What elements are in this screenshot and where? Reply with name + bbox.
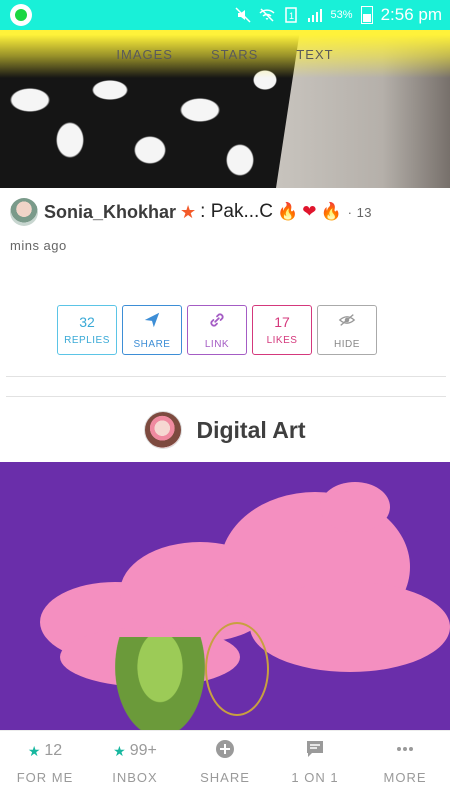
likes-button[interactable]: 17 LIKES xyxy=(252,305,312,355)
replies-count: 32 xyxy=(79,314,95,330)
post-image[interactable]: IMAGES STARS TEXT xyxy=(0,30,450,188)
battery-icon xyxy=(360,6,373,24)
inbox-count: 99+ xyxy=(129,742,157,759)
divider xyxy=(6,396,446,397)
one-on-one-label: 1 ON 1 xyxy=(291,770,339,785)
nav-for-me[interactable]: ★ 12 FOR ME xyxy=(0,731,90,801)
post-time: · 13 xyxy=(347,204,373,220)
likes-count: 17 xyxy=(274,314,290,330)
link-icon xyxy=(208,311,226,334)
art-image[interactable] xyxy=(0,462,450,730)
likes-label: LIKES xyxy=(266,335,298,346)
status-bar: 1 53% 2:56 pm xyxy=(0,0,450,30)
link-label: LINK xyxy=(204,338,230,350)
nav-inbox[interactable]: ★ 99+ INBOX xyxy=(90,731,180,801)
art-shape xyxy=(320,482,390,532)
hide-button[interactable]: HIDE xyxy=(317,305,377,355)
eye-off-icon xyxy=(338,311,356,334)
for-me-count: 12 xyxy=(44,742,63,759)
heart-icon: ❤ xyxy=(302,202,317,221)
more-icon xyxy=(395,739,415,764)
bottom-nav: ★ 12 FOR ME ★ 99+ INBOX SHARE 1 ON 1 MOR… xyxy=(0,730,450,801)
more-label: MORE xyxy=(383,770,427,785)
mute-icon xyxy=(235,7,251,23)
tab-images[interactable]: IMAGES xyxy=(116,47,173,62)
share-button[interactable]: SHARE xyxy=(122,305,182,355)
art-figure xyxy=(115,637,205,730)
replies-label: REPLIES xyxy=(64,335,110,346)
replies-button[interactable]: 32 REPLIES xyxy=(57,305,117,355)
whatsapp-icon xyxy=(10,4,32,26)
svg-text:1: 1 xyxy=(289,11,294,21)
fire-icon: 🔥 xyxy=(277,202,299,221)
plus-circle-icon xyxy=(215,739,235,764)
sim-icon: 1 xyxy=(283,7,299,23)
username[interactable]: Sonia_Khokhar xyxy=(44,202,176,223)
post-header: Sonia_Khokhar ★ : Pak...C 🔥 ❤ 🔥 · 13 min… xyxy=(10,198,440,253)
star-icon: ★ xyxy=(113,742,126,759)
post-actions: 32 REPLIES SHARE LINK 17 LIKES HIDE xyxy=(57,305,377,355)
wifi-off-icon xyxy=(259,7,275,23)
clock: 2:56 pm xyxy=(380,5,442,24)
share-label: SHARE xyxy=(133,338,171,350)
art-ornament xyxy=(205,622,269,716)
art-shape xyxy=(250,582,450,672)
chat-icon xyxy=(305,739,325,764)
star-icon: ★ xyxy=(27,742,41,759)
battery-percent: 53% xyxy=(330,9,353,21)
media-tabs: IMAGES STARS TEXT xyxy=(0,30,450,78)
nav-share[interactable]: SHARE xyxy=(180,731,270,801)
section-title: Digital Art xyxy=(196,416,306,443)
send-icon xyxy=(143,311,161,334)
signal-icon xyxy=(307,7,323,23)
post-text: : Pak...C xyxy=(200,201,274,222)
star-icon: ★ xyxy=(180,201,197,222)
avatar[interactable] xyxy=(10,198,38,226)
for-me-label: FOR ME xyxy=(16,770,74,785)
status-icons: 1 53% 2:56 pm xyxy=(235,5,442,25)
tab-text[interactable]: TEXT xyxy=(296,47,333,62)
divider xyxy=(6,376,446,377)
post-time-suffix: mins ago xyxy=(10,238,67,253)
fire-icon: 🔥 xyxy=(320,202,342,221)
nav-one-on-one[interactable]: 1 ON 1 xyxy=(270,731,360,801)
hide-label: HIDE xyxy=(334,338,360,350)
section-avatar xyxy=(144,411,183,449)
tab-stars[interactable]: STARS xyxy=(211,47,258,62)
nav-more[interactable]: MORE xyxy=(360,731,450,801)
link-button[interactable]: LINK xyxy=(187,305,247,355)
inbox-label: INBOX xyxy=(112,770,158,785)
share-nav-label: SHARE xyxy=(200,770,250,785)
section-header[interactable]: Digital Art xyxy=(0,406,450,454)
